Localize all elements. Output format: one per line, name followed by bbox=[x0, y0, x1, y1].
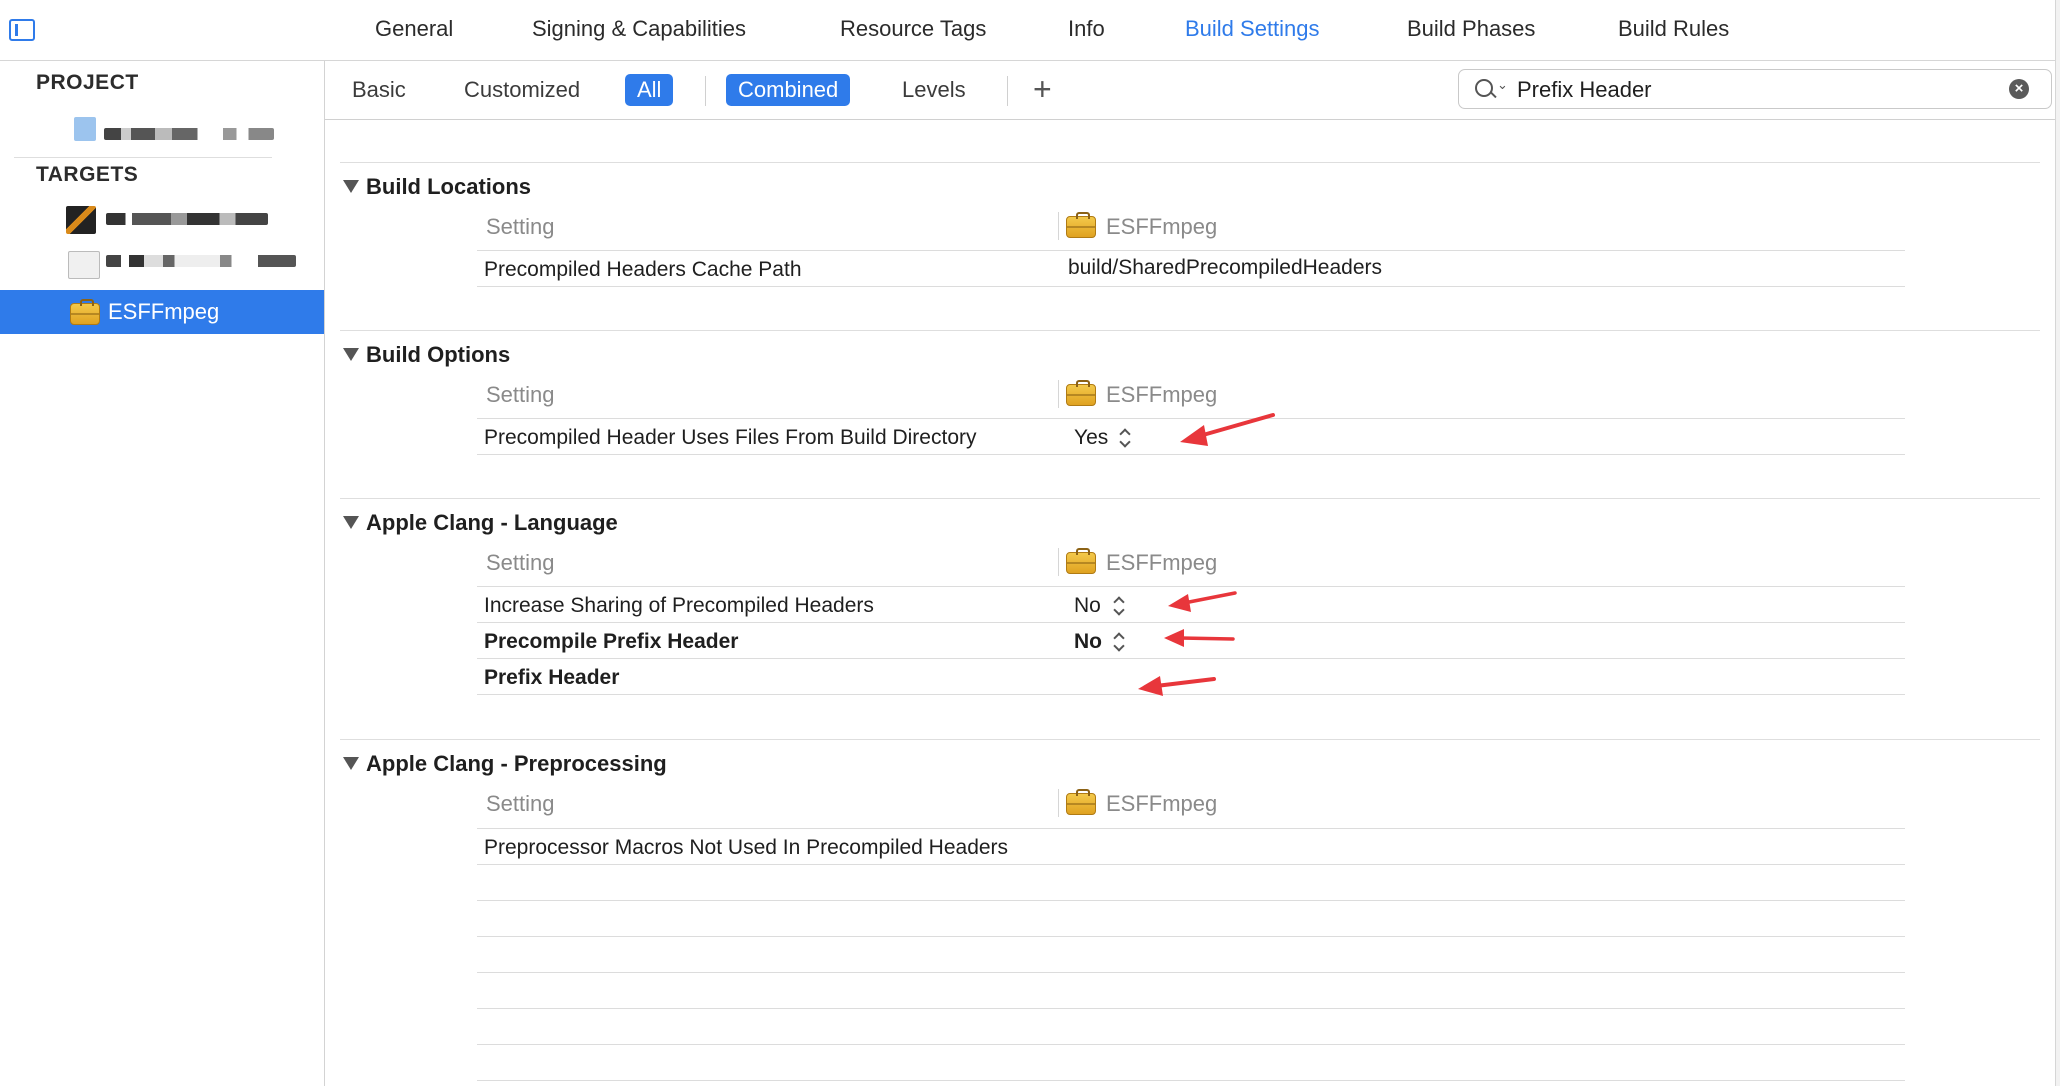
annotation-arrows-overlay bbox=[1138, 413, 1275, 696]
annotation-arrow-icon bbox=[1164, 629, 1235, 647]
annotation-arrow-icon bbox=[1168, 591, 1237, 612]
annotation-arrow-icon bbox=[1180, 413, 1275, 446]
annotation-arrow-icon bbox=[1138, 676, 1216, 696]
